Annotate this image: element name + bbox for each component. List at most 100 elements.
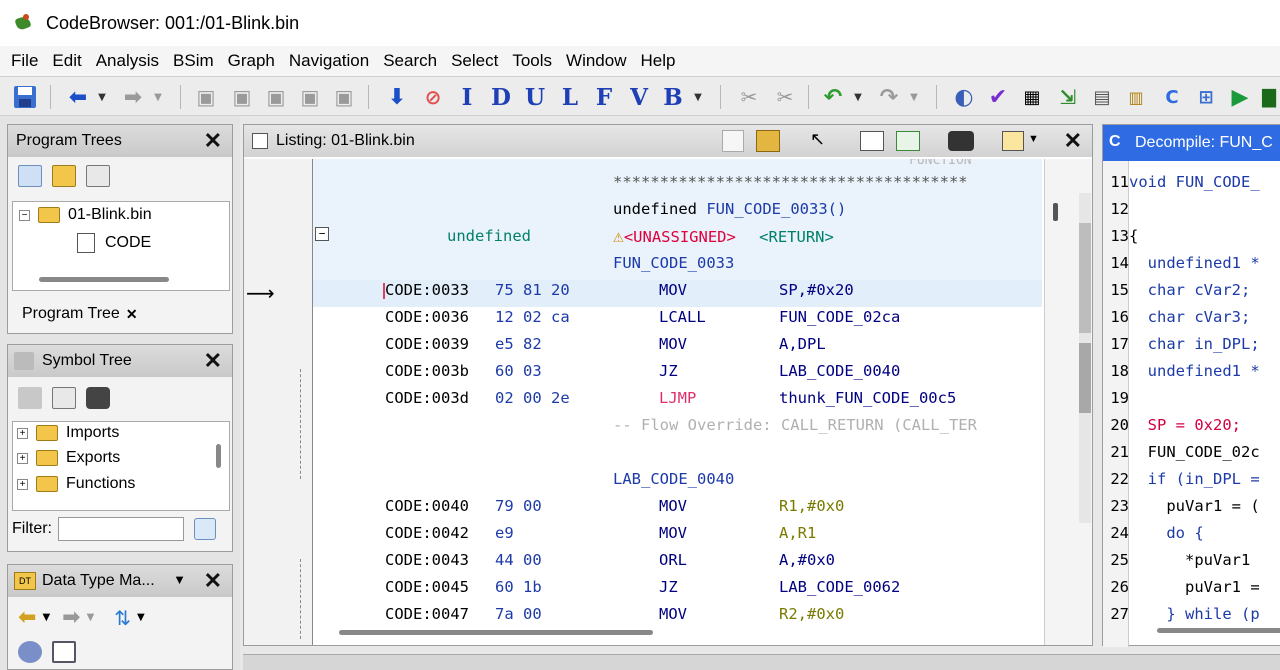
signature-name[interactable]: FUN_CODE_0033()	[706, 200, 846, 218]
decompiler-code-view[interactable]: 11void FUN_CODE_ 12 13{14 undefined1 * 15 c…	[1103, 169, 1280, 639]
decompiler-line[interactable]: 25 *puVar1	[1103, 547, 1260, 574]
menu-file[interactable]: File	[4, 49, 45, 73]
undo-dropdown-icon[interactable]: ▼	[852, 83, 864, 111]
tool-L-icon[interactable]: L	[560, 83, 580, 111]
copy-icon[interactable]	[722, 130, 744, 152]
decompiler-line[interactable]: 14 undefined1 *	[1103, 250, 1259, 277]
instruction-row[interactable]: CODE:0042 e9 MOV A,R1	[313, 520, 1042, 547]
run-script-icon[interactable]: ▶	[1226, 83, 1254, 111]
listing-options-icon[interactable]	[1002, 131, 1024, 151]
menu-bsim[interactable]: BSim	[166, 49, 221, 73]
down-arrow-icon[interactable]: ⬇	[384, 83, 410, 111]
instruction-row[interactable]: CODE:0036 12 02 ca LCALL FUN_CODE_02ca	[313, 304, 1042, 331]
nav-prev-data-icon[interactable]: ▣	[192, 83, 220, 111]
horizontal-scrollbar[interactable]	[339, 630, 653, 635]
horizontal-scrollbar[interactable]	[1157, 628, 1280, 633]
decompiler-line[interactable]: 19	[1103, 385, 1129, 412]
horizontal-scrollbar[interactable]	[39, 277, 169, 282]
instruction-row[interactable]: CODE:003d 02 00 2e LJMP thunk_FUN_CODE_0…	[313, 385, 1042, 412]
symbol-tree-item-functions[interactable]: + Functions	[17, 475, 135, 493]
tool-F-icon[interactable]: F	[594, 83, 614, 111]
close-icon[interactable]: ✕	[1064, 128, 1082, 154]
menu-help[interactable]: Help	[634, 49, 683, 73]
menu-analysis[interactable]: Analysis	[89, 49, 166, 73]
redo-dropdown-icon[interactable]: ▼	[908, 83, 920, 111]
paste-module-icon[interactable]	[86, 165, 110, 187]
forward-arrow-icon[interactable]: ➡	[118, 83, 148, 111]
instruction-row[interactable]: CODE:0033 75 81 20 MOV SP,#0x20	[313, 277, 1042, 304]
tool-V-icon[interactable]: V	[628, 83, 650, 111]
nav-next-data-icon[interactable]: ▣	[228, 83, 256, 111]
paste-icon[interactable]: ✂	[770, 83, 800, 111]
menu-graph[interactable]: Graph	[221, 49, 282, 73]
nav-undefined-icon[interactable]: ▣	[262, 83, 290, 111]
forward-dropdown-icon[interactable]: ▼	[152, 83, 164, 111]
filter-options-icon[interactable]	[194, 518, 216, 540]
open-folder-icon[interactable]	[52, 165, 76, 187]
tree-root[interactable]: − 01-Blink.bin	[19, 206, 152, 224]
instruction-row[interactable]: CODE:0040 79 00 MOV R1,#0x0	[313, 493, 1042, 520]
back-dropdown-icon[interactable]: ▼	[96, 83, 108, 111]
overview-region[interactable]	[1079, 223, 1091, 333]
expand-icon[interactable]: +	[17, 452, 28, 464]
instruction-row[interactable]: CODE:0045 60 1b JZ LAB_CODE_0062	[313, 574, 1042, 601]
terminal-icon[interactable]: ▇	[1258, 83, 1280, 111]
tool-U-icon[interactable]: U	[524, 83, 546, 111]
decompiler-line[interactable]: 26 puVar1 =	[1103, 574, 1259, 601]
decompiler-line[interactable]: 13{	[1103, 223, 1138, 250]
expand-icon[interactable]: +	[17, 478, 28, 490]
instruction-row[interactable]: CODE:0039 e5 82 MOV A,DPL	[313, 331, 1042, 358]
function-label[interactable]: FUN_CODE_0033	[613, 250, 734, 277]
no-entry-icon[interactable]: ⊘	[420, 83, 446, 111]
undo-icon[interactable]: ↶	[818, 83, 848, 111]
back-dropdown-icon[interactable]: ▼	[42, 612, 50, 623]
field-edit-icon[interactable]	[860, 131, 884, 151]
decompiler-line[interactable]: 27 } while (p	[1103, 601, 1259, 628]
decompiler-line[interactable]: 21 FUN_CODE_02c	[1103, 439, 1259, 466]
collapse-icon[interactable]: −	[19, 209, 30, 221]
decompiler-line[interactable]: 22 if (in_DPL =	[1103, 466, 1259, 493]
tool-I-icon[interactable]: I	[456, 83, 478, 111]
cursor-select-icon[interactable]: ↖	[810, 129, 825, 150]
menu-search[interactable]: Search	[376, 49, 444, 73]
checkmark-icon[interactable]: ✔	[984, 83, 1012, 111]
snapshot-camera-icon[interactable]	[86, 387, 110, 409]
tool-B-icon[interactable]: B	[662, 83, 684, 111]
expand-icon[interactable]: +	[17, 427, 28, 439]
forward-dropdown-icon[interactable]: ▼	[87, 612, 95, 623]
snapshot-camera-icon[interactable]	[948, 131, 974, 151]
decompiler-line[interactable]: 16 char cVar3;	[1103, 304, 1250, 331]
paste-symbol-icon[interactable]	[52, 387, 76, 409]
decompiler-line[interactable]: 24 do {	[1103, 520, 1203, 547]
close-icon[interactable]: ✕	[204, 568, 222, 594]
diff-view-icon[interactable]	[896, 131, 920, 151]
back-arrow-icon[interactable]: ⬅	[18, 605, 36, 630]
nav-instruction-icon[interactable]: ▣	[296, 83, 324, 111]
paste-icon[interactable]	[756, 130, 780, 152]
overview-region[interactable]	[1079, 343, 1091, 413]
filter-input[interactable]	[58, 517, 184, 541]
data-type-icon[interactable]: ▥	[1122, 83, 1150, 111]
collapse-all-icon[interactable]	[52, 641, 76, 663]
options-dropdown-icon[interactable]: ▼	[1028, 133, 1039, 145]
decompiler-line[interactable]: 17 char in_DPL;	[1103, 331, 1259, 358]
panel-menu-dropdown-icon[interactable]: ▼	[173, 572, 186, 587]
nav-function-icon[interactable]: ▣	[330, 83, 358, 111]
close-icon[interactable]: ✕	[204, 348, 222, 374]
new-tree-icon[interactable]	[18, 165, 42, 187]
arrange-dropdown-icon[interactable]: ▼	[137, 612, 145, 623]
instruction-row[interactable]: CODE:0043 44 00 ORL A,#0x0	[313, 547, 1042, 574]
function-graph-icon[interactable]: ⊞	[1192, 83, 1220, 111]
symbol-tree-item-imports[interactable]: + Imports	[17, 424, 119, 442]
save-icon[interactable]	[10, 83, 40, 111]
instruction-row[interactable]: CODE:003b 60 03 JZ LAB_CODE_0040	[313, 358, 1042, 385]
menu-edit[interactable]: Edit	[45, 49, 88, 73]
decompiler-line[interactable]: 11void FUN_CODE_	[1103, 169, 1259, 196]
symbol-tree-item-exports[interactable]: + Exports	[17, 449, 120, 467]
decompiler-line[interactable]: 15 char cVar2;	[1103, 277, 1250, 304]
bytes-viewer-icon[interactable]: ▦	[1018, 83, 1046, 111]
redo-icon[interactable]: ↷	[874, 83, 904, 111]
vertical-scrollbar[interactable]	[216, 444, 221, 468]
vertical-scrollbar-thumb[interactable]	[1053, 203, 1058, 221]
tab-program-tree[interactable]: Program Tree ✕	[16, 301, 138, 327]
